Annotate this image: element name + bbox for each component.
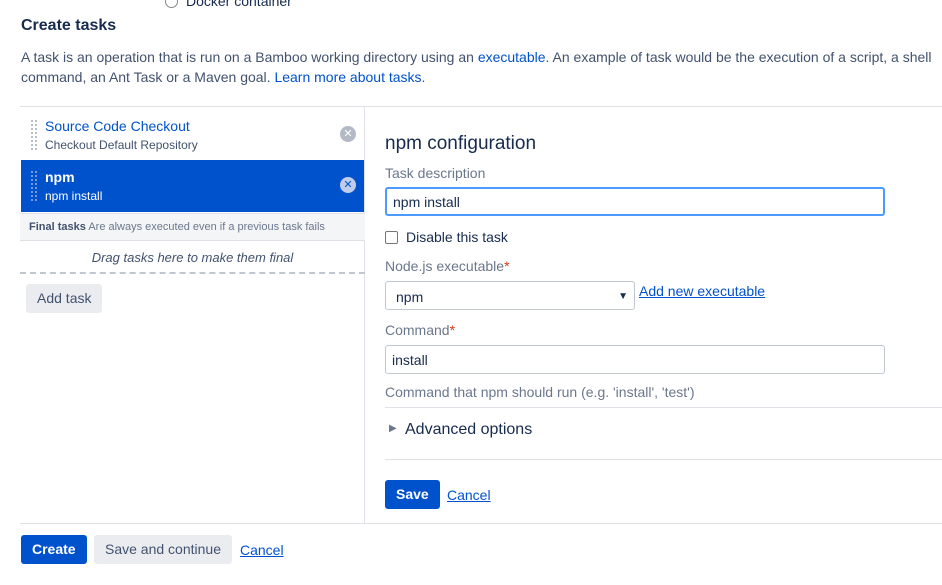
executable-link[interactable]: executable xyxy=(478,49,546,65)
chevron-right-icon: ▶ xyxy=(389,423,397,434)
final-tasks-header: Final tasks Are always executed even if … xyxy=(20,213,365,241)
remove-circle-icon[interactable]: ✕ xyxy=(340,126,356,142)
cancel-task-link[interactable]: Cancel xyxy=(447,487,491,503)
disable-task-checkbox[interactable] xyxy=(385,230,398,244)
task-subtitle: Checkout Default Repository xyxy=(45,138,198,152)
disable-task-label: Disable this task xyxy=(406,229,508,245)
section-title: Create tasks xyxy=(21,17,117,34)
cancel-link[interactable]: Cancel xyxy=(240,542,284,558)
required-marker: * xyxy=(504,258,510,274)
intro-text-3: . xyxy=(421,69,426,85)
task-config-form: npm configuration Task description Disab… xyxy=(366,107,942,523)
task-description-input[interactable] xyxy=(385,187,885,216)
task-item-npm[interactable]: npm npm install ✕ xyxy=(21,160,364,212)
task-description-label: Task description xyxy=(385,165,486,181)
command-help-text: Command that npm should run (e.g. 'insta… xyxy=(385,384,695,400)
advanced-options-label: Advanced options xyxy=(405,421,533,438)
disable-task-checkbox-row[interactable]: Disable this task xyxy=(385,229,508,245)
executable-label-text: Node.js executable xyxy=(385,258,505,274)
final-tasks-label: Final tasks xyxy=(29,221,86,233)
task-title: npm xyxy=(45,169,75,185)
command-label-text: Command xyxy=(385,322,450,338)
final-tasks-note: Are always executed even if a previous t… xyxy=(88,221,325,233)
save-and-continue-button[interactable]: Save and continue xyxy=(94,535,232,564)
executable-select-value: npm xyxy=(396,289,424,305)
save-button[interactable]: Save xyxy=(385,480,440,509)
chevron-down-icon: ▼ xyxy=(618,291,628,302)
drag-grip-icon[interactable] xyxy=(30,119,38,151)
intro-text: A task is an operation that is run on a … xyxy=(21,49,478,65)
task-subtitle: npm install xyxy=(45,189,103,203)
task-list: Source Code Checkout Checkout Default Re… xyxy=(20,107,365,523)
advanced-options-toggle[interactable]: ▶ Advanced options xyxy=(385,407,942,460)
section-intro: A task is an operation that is run on a … xyxy=(21,47,936,87)
docker-container-label: Docker container xyxy=(186,0,292,9)
learn-more-link[interactable]: Learn more about tasks xyxy=(274,69,421,85)
config-title: npm configuration xyxy=(385,133,537,154)
create-button[interactable]: Create xyxy=(21,535,87,564)
command-input[interactable] xyxy=(385,345,885,374)
add-new-executable-link[interactable]: Add new executable xyxy=(639,283,765,299)
executable-select[interactable]: npm ▼ xyxy=(385,281,635,310)
add-task-button[interactable]: Add task xyxy=(26,284,103,313)
task-item-source-code-checkout[interactable]: Source Code Checkout Checkout Default Re… xyxy=(21,109,364,161)
drag-grip-icon[interactable] xyxy=(30,170,38,202)
final-tasks-drop-zone[interactable]: Drag tasks here to make them final xyxy=(20,241,365,274)
task-title: Source Code Checkout xyxy=(45,118,190,134)
remove-circle-icon[interactable]: ✕ xyxy=(340,177,356,193)
task-editor-panel: Source Code Checkout Checkout Default Re… xyxy=(20,106,942,524)
radio-icon xyxy=(165,0,178,8)
required-marker: * xyxy=(449,322,456,338)
command-label: Command* xyxy=(385,322,455,338)
executable-label: Node.js executable* xyxy=(385,258,510,274)
docker-container-radio[interactable]: Docker container xyxy=(165,0,292,9)
